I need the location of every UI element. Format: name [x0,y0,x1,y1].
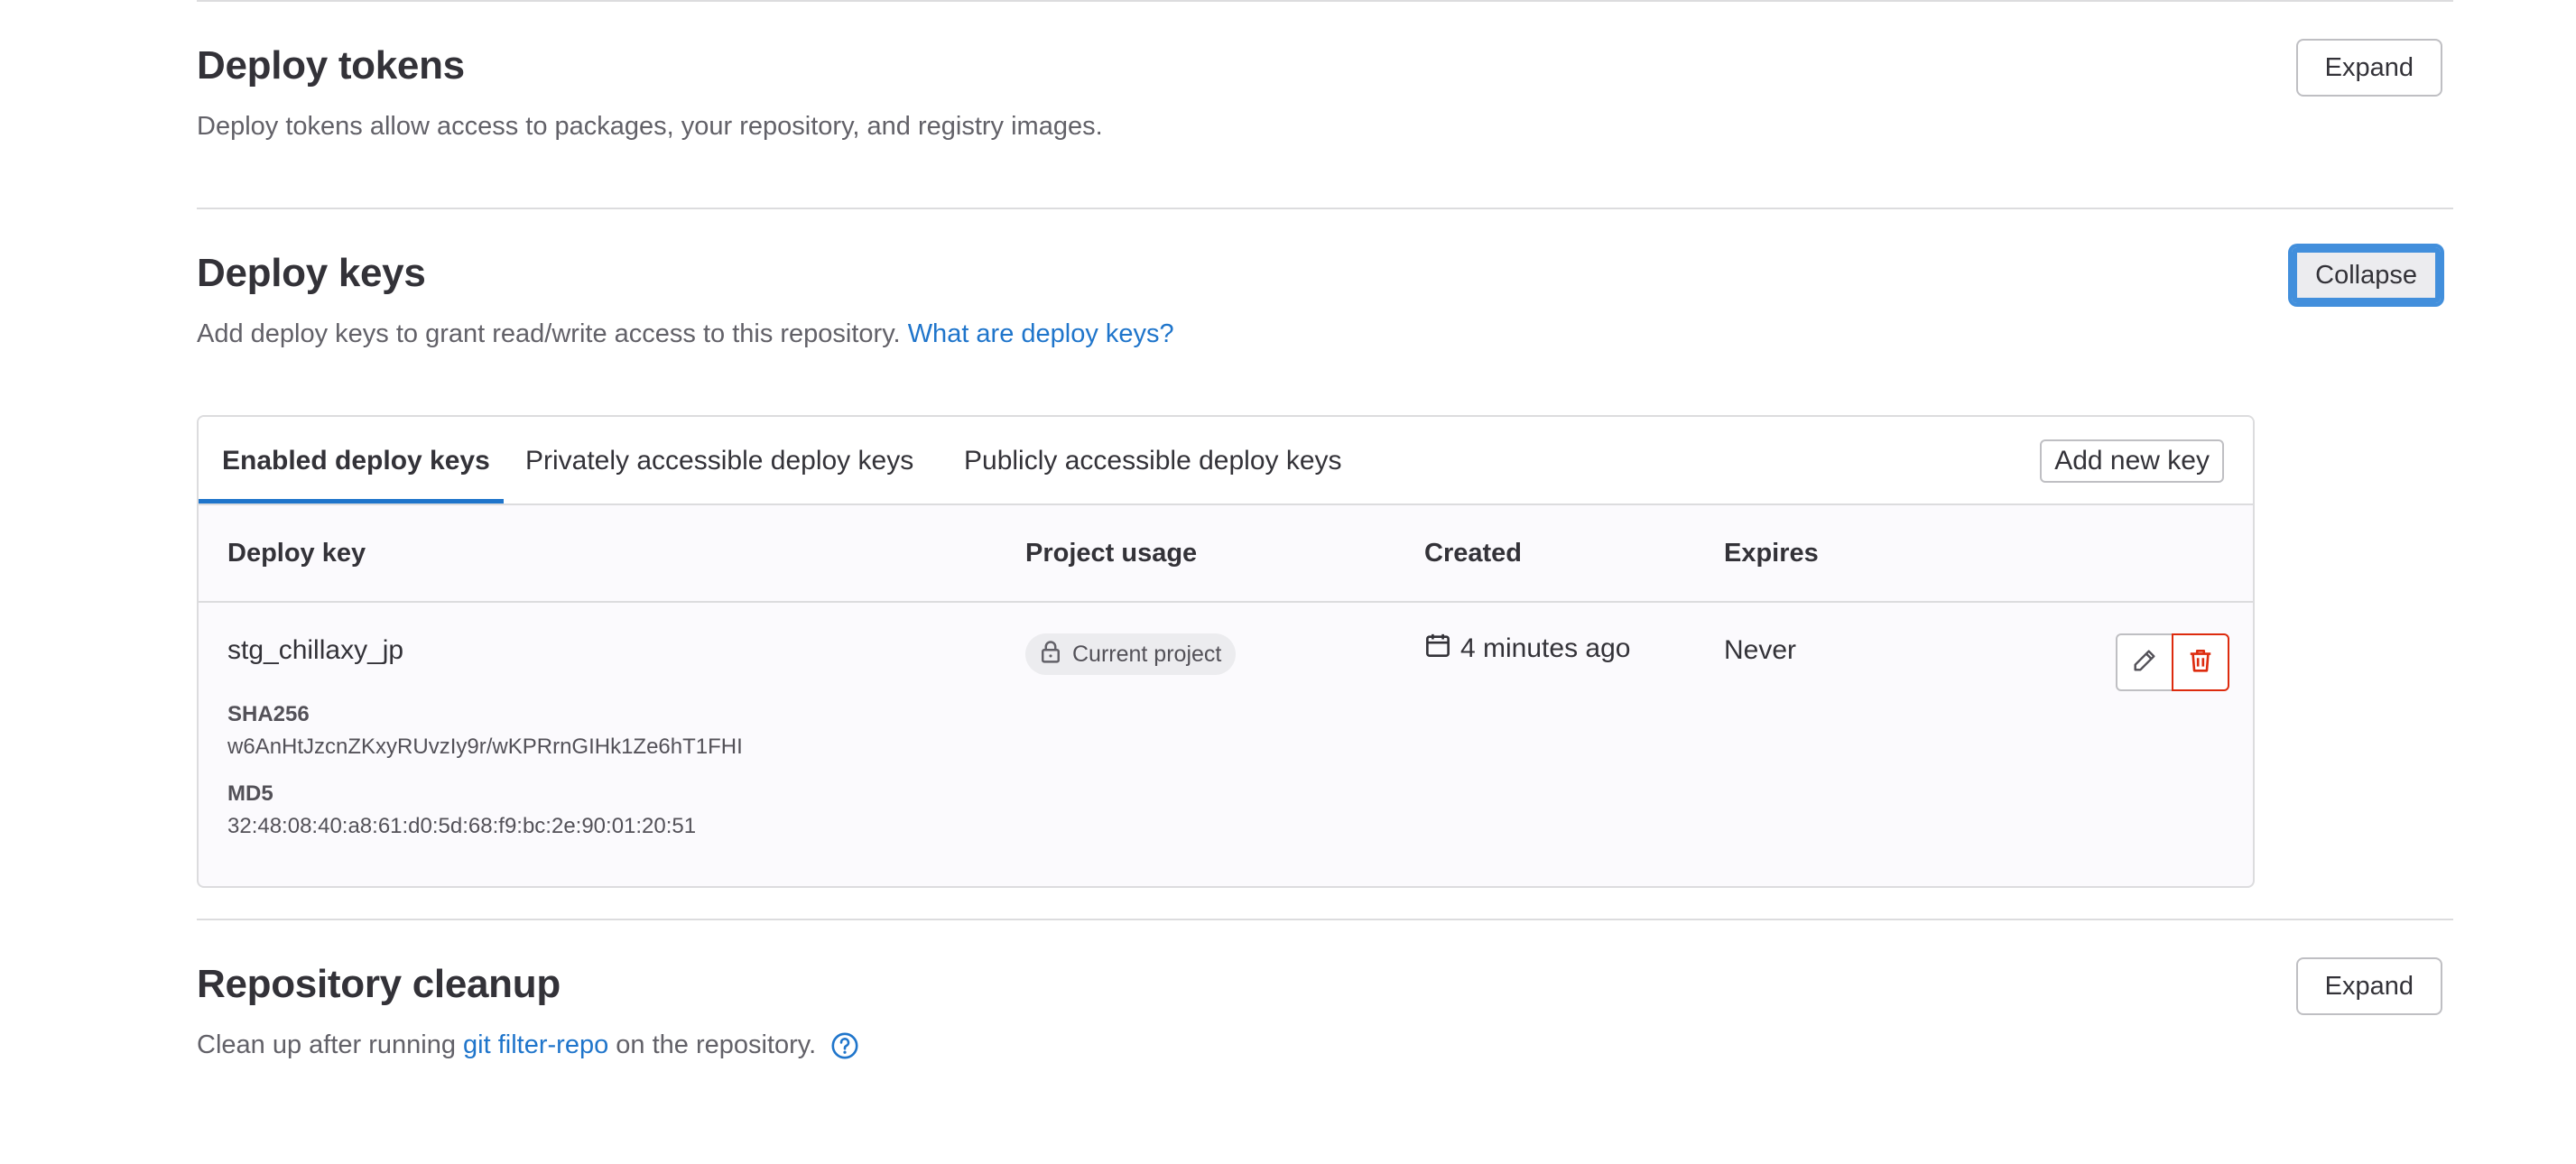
project-usage-text: Current project [1072,641,1222,667]
expires-text: Never [1724,635,1797,665]
git-filter-repo-link[interactable]: git filter-repo [463,1030,608,1059]
tab-privately-accessible-deploy-keys[interactable]: Privately accessible deploy keys [525,417,913,505]
lock-icon [1038,639,1063,670]
pencil-icon [2131,647,2158,679]
section-description: Clean up after running git filter-repo o… [197,1030,859,1060]
section-title: Repository cleanup [197,962,561,1006]
sha256-label: SHA256 [227,702,310,726]
collapse-deploy-keys-button[interactable]: Collapse [2288,244,2444,307]
calendar-icon [1424,632,1451,666]
expand-repository-cleanup-button[interactable]: Expand [2295,957,2442,1015]
table-header: Deploy key Project usage Created Expires [199,505,2253,603]
description-text: on the repository. [616,1030,817,1059]
edit-key-button[interactable] [2116,633,2173,691]
active-tab-indicator [199,499,504,503]
deploy-tokens-section: Deploy tokens Deploy tokens allow access… [197,0,2453,208]
md5-fingerprint: 32:48:08:40:a8:61:d0:5d:68:f9:bc:2e:90:0… [227,814,697,838]
project-usage-badge: Current project [1025,633,1237,675]
created-cell: 4 minutes ago [1424,632,1630,666]
settings-page: Deploy tokens Deploy tokens allow access… [0,0,2576,1164]
deploy-keys-tabs: Enabled deploy keys Privately accessible… [199,417,2253,505]
section-description: Deploy tokens allow access to packages, … [197,112,1103,141]
created-text: 4 minutes ago [1460,633,1631,663]
deploy-key-title: stg_chillaxy_jp [227,635,404,665]
column-header-created: Created [1424,538,1522,568]
section-description: Add deploy keys to grant read/write acce… [197,319,1174,349]
repository-cleanup-section: Repository cleanup Clean up after runnin… [197,919,2453,1126]
description-text: Add deploy keys to grant read/write acce… [197,319,901,348]
deploy-keys-section: Deploy keys Add deploy keys to grant rea… [197,208,2453,415]
md5-label: MD5 [227,781,273,806]
sha256-fingerprint: w6AnHtJzcnZKxyRUvzIy9r/wKPRrnGIHk1Ze6hT1… [227,734,743,759]
section-title: Deploy keys [197,251,426,295]
column-header-expires: Expires [1724,538,1819,568]
tab-publicly-accessible-deploy-keys[interactable]: Publicly accessible deploy keys [964,417,1342,505]
deploy-keys-panel: Enabled deploy keys Privately accessible… [197,415,2255,888]
deploy-keys-help-link[interactable]: What are deploy keys? [908,319,1174,348]
tab-enabled-deploy-keys[interactable]: Enabled deploy keys [222,417,490,505]
add-new-key-button[interactable]: Add new key [2040,439,2224,483]
section-title: Deploy tokens [197,43,465,88]
column-header-deploy-key: Deploy key [227,538,366,568]
trash-icon [2187,647,2214,679]
column-header-project-usage: Project usage [1025,538,1198,568]
delete-key-button[interactable] [2172,633,2229,691]
question-circle-icon[interactable] [830,1031,859,1060]
description-text: Clean up after running [197,1030,456,1059]
expand-deploy-tokens-button[interactable]: Expand [2295,39,2442,97]
